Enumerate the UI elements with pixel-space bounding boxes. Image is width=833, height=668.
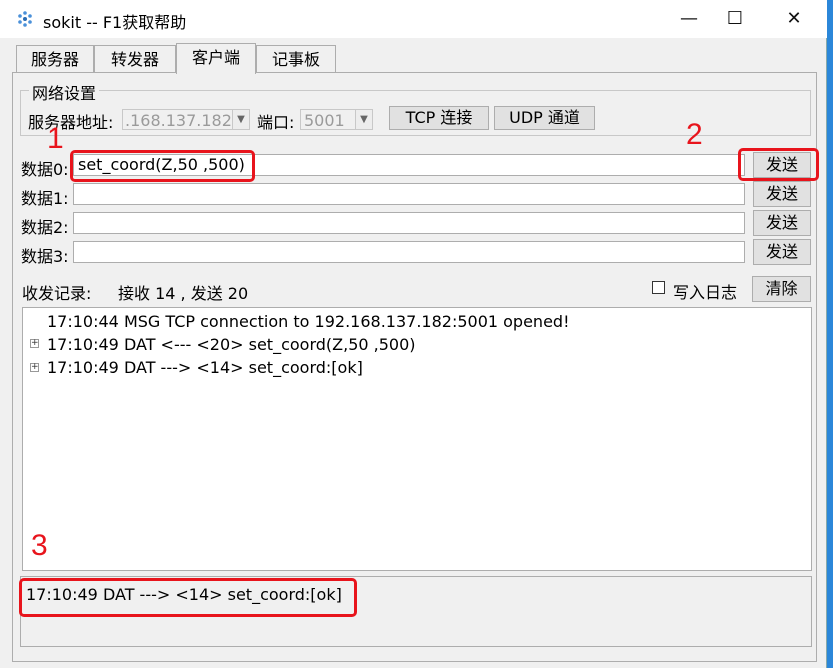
tab-notepad[interactable]: 记事板 <box>256 45 336 73</box>
annotation-number-3: 3 <box>31 529 48 562</box>
data3-input[interactable] <box>73 241 745 263</box>
record-label: 收发记录: <box>22 284 92 303</box>
log-line[interactable]: 17:10:44 MSG TCP connection to 192.168.1… <box>47 312 569 331</box>
tab-client[interactable]: 客户端 <box>176 43 256 74</box>
annotation-box-2 <box>738 148 819 181</box>
server-address-combo[interactable]: .168.137.182 ▼ <box>122 109 250 130</box>
chevron-down-icon[interactable]: ▼ <box>232 110 249 129</box>
port-value: 5001 <box>304 111 345 130</box>
server-address-value: .168.137.182 <box>125 111 232 130</box>
chevron-down-icon[interactable]: ▼ <box>355 110 372 129</box>
data2-send-button[interactable]: 发送 <box>753 210 811 236</box>
app-icon <box>18 11 32 27</box>
data2-input[interactable] <box>73 212 745 234</box>
write-log-label: 写入日志 <box>673 283 738 302</box>
tab-server[interactable]: 服务器 <box>16 45 94 73</box>
data1-send-button[interactable]: 发送 <box>753 181 811 207</box>
expand-plus-icon[interactable]: + <box>30 339 39 348</box>
data1-input[interactable] <box>73 183 745 205</box>
annotation-number-2: 2 <box>686 118 703 151</box>
data1-label: 数据1: <box>21 189 69 208</box>
data3-label: 数据3: <box>21 247 69 266</box>
tcp-connect-button[interactable]: TCP 连接 <box>389 106 489 130</box>
data0-label: 数据0: <box>21 160 69 179</box>
tab-forwarder[interactable]: 转发器 <box>94 45 176 73</box>
annotation-box-1 <box>70 150 255 182</box>
close-button[interactable]: ✕ <box>771 0 817 38</box>
udp-channel-button[interactable]: UDP 通道 <box>494 106 595 130</box>
data2-label: 数据2: <box>21 218 69 237</box>
minimize-button[interactable]: — <box>666 0 712 38</box>
clear-button[interactable]: 清除 <box>752 276 811 302</box>
record-stats: 接收 14 , 发送 20 <box>118 284 249 303</box>
port-label: 端口: <box>257 113 295 132</box>
expand-plus-icon[interactable]: + <box>30 363 39 372</box>
app-window: sokit -- F1获取帮助 — ☐ ✕ 服务器 转发器 客户端 记事板 网络… <box>0 0 827 668</box>
log-tree[interactable]: 17:10:44 MSG TCP connection to 192.168.1… <box>22 307 812 571</box>
write-log-checkbox[interactable] <box>652 281 665 294</box>
server-address-label: 服务器地址: <box>28 113 114 132</box>
annotation-number-1: 1 <box>47 122 64 155</box>
port-combo[interactable]: 5001 ▼ <box>300 109 373 130</box>
data3-send-button[interactable]: 发送 <box>753 239 811 265</box>
title-bar: sokit -- F1获取帮助 — ☐ ✕ <box>0 0 827 38</box>
maximize-button[interactable]: ☐ <box>712 0 758 38</box>
network-settings-title: 网络设置 <box>29 80 100 104</box>
window-title: sokit -- F1获取帮助 <box>43 13 187 32</box>
log-line[interactable]: 17:10:49 DAT ---> <14> set_coord:[ok] <box>47 358 363 377</box>
log-line[interactable]: 17:10:49 DAT <--- <20> set_coord(Z,50 ,5… <box>47 335 416 354</box>
annotation-box-3 <box>19 578 357 617</box>
